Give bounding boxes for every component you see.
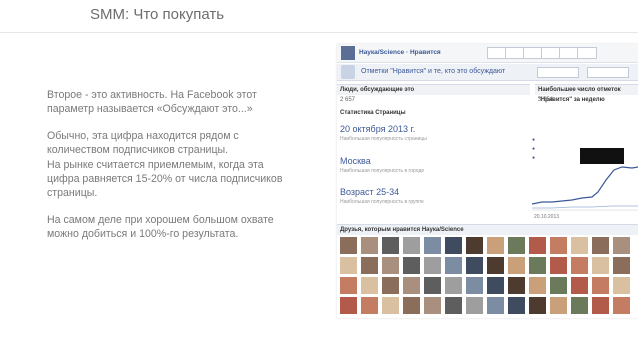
page-avatar: [341, 46, 355, 60]
friend-avatar[interactable]: [592, 297, 609, 314]
friend-avatar[interactable]: [508, 277, 525, 294]
friend-avatar[interactable]: [466, 237, 483, 254]
friend-avatar[interactable]: [508, 257, 525, 274]
menu-button-1[interactable]: [487, 47, 507, 59]
section-tab-bar: Отметки "Нравится" и те, кто это обсужда…: [337, 64, 638, 81]
likes-icon: [341, 65, 355, 79]
friend-avatar[interactable]: [550, 297, 567, 314]
top-city-note: Наибольшая популярность в городе: [340, 168, 425, 174]
friend-avatar[interactable]: [487, 297, 504, 314]
menu-button-6[interactable]: [577, 47, 597, 59]
chart-date-label: 20.10.2013: [534, 214, 559, 220]
tab-likes-talking[interactable]: Отметки "Нравится" и те, кто это обсужда…: [361, 68, 505, 75]
title-divider: [0, 32, 638, 33]
menu-button-3[interactable]: [523, 47, 543, 59]
paragraph-3: На рынке считается приемлемым, когда эта…: [47, 158, 283, 200]
weekly-likes-header: Наибольшее число отметок "Нравится" за н…: [535, 84, 638, 103]
friend-avatar[interactable]: [466, 257, 483, 274]
friend-avatar[interactable]: [382, 297, 399, 314]
friend-avatar[interactable]: [571, 277, 588, 294]
friend-avatar[interactable]: [403, 237, 420, 254]
date-end-field[interactable]: [587, 67, 629, 78]
peak-date-note: Наибольшая популярность страницы: [340, 136, 427, 142]
friend-avatar[interactable]: [592, 277, 609, 294]
slide-title: SMM: Что покупать: [90, 6, 225, 23]
friend-avatar[interactable]: [508, 237, 525, 254]
friend-avatar[interactable]: [445, 237, 462, 254]
friend-avatar[interactable]: [592, 237, 609, 254]
top-age-note: Наибольшая популярность в группе: [340, 199, 424, 205]
peak-date-stat: 20 октября 2013 г.: [340, 124, 416, 134]
page-stats-title: Статистика Страницы: [340, 110, 406, 116]
friend-avatar[interactable]: [361, 257, 378, 274]
friend-avatar[interactable]: [445, 297, 462, 314]
chart-tooltip: [580, 148, 624, 164]
friend-avatar[interactable]: [466, 277, 483, 294]
friend-avatar[interactable]: [424, 277, 441, 294]
page-breadcrumb[interactable]: Наука/Science · Нравится: [359, 49, 441, 56]
friend-avatar[interactable]: [550, 237, 567, 254]
paragraph-2: Обычно, эта цифра находится рядом с коли…: [47, 129, 239, 157]
friend-avatar[interactable]: [487, 277, 504, 294]
friend-avatar[interactable]: [550, 257, 567, 274]
menu-button-2[interactable]: [505, 47, 525, 59]
slide-body: Второе - это активность. На Facebook это…: [47, 88, 287, 254]
talking-about-value: 2 657: [340, 97, 356, 103]
menu-button-5[interactable]: [559, 47, 579, 59]
top-city-stat: Москва: [340, 156, 371, 166]
talking-about-header: Люди, обсуждающие это: [337, 84, 530, 95]
friend-avatar[interactable]: [592, 257, 609, 274]
friend-avatar[interactable]: [445, 277, 462, 294]
friend-avatar[interactable]: [382, 257, 399, 274]
menu-button-4[interactable]: [541, 47, 561, 59]
activity-chart: 20.10.2013: [532, 166, 638, 220]
friend-avatar[interactable]: [340, 277, 357, 294]
friend-avatar[interactable]: [424, 297, 441, 314]
weekly-likes-value: 3 554: [538, 97, 554, 103]
friend-avatar[interactable]: [403, 297, 420, 314]
top-age-stat: Возраст 25-34: [340, 187, 400, 197]
friend-avatar[interactable]: [340, 237, 357, 254]
friend-avatar[interactable]: [445, 257, 462, 274]
friend-avatar[interactable]: [529, 297, 546, 314]
friend-avatar[interactable]: [340, 257, 357, 274]
friend-avatar[interactable]: [424, 237, 441, 254]
friend-avatar[interactable]: [466, 297, 483, 314]
friend-avatar[interactable]: [403, 257, 420, 274]
friend-avatar[interactable]: [361, 277, 378, 294]
page-header-bar: Наука/Science · Нравится: [337, 44, 638, 63]
secondary-line: [532, 205, 638, 209]
friend-avatar[interactable]: [571, 257, 588, 274]
friend-avatar[interactable]: [571, 297, 588, 314]
date-start-field[interactable]: [537, 67, 579, 78]
friends-header: Друзья, которым нравится Наука/Science: [337, 224, 638, 235]
friend-avatar[interactable]: [529, 237, 546, 254]
facebook-insights-screenshot: Наука/Science · Нравится Отметки "Нравит…: [337, 44, 638, 318]
paragraph-1: Второе - это активность. На Facebook это…: [47, 89, 257, 116]
friend-avatar[interactable]: [613, 257, 630, 274]
activity-line: [532, 166, 638, 205]
friend-avatar[interactable]: [550, 277, 567, 294]
friend-avatar[interactable]: [361, 237, 378, 254]
friend-avatar[interactable]: [508, 297, 525, 314]
friend-avatar[interactable]: [361, 297, 378, 314]
friend-avatar[interactable]: [340, 297, 357, 314]
friend-avatar[interactable]: [382, 237, 399, 254]
friend-avatar[interactable]: [613, 277, 630, 294]
friend-avatar[interactable]: [529, 257, 546, 274]
friend-avatar[interactable]: [424, 257, 441, 274]
friend-avatar[interactable]: [403, 277, 420, 294]
friend-avatar[interactable]: [382, 277, 399, 294]
friend-avatar[interactable]: [529, 277, 546, 294]
paragraph-4: На самом деле при хорошем большом охвате…: [47, 213, 274, 241]
friend-avatar[interactable]: [487, 257, 504, 274]
friend-avatar[interactable]: [487, 237, 504, 254]
friend-avatar[interactable]: [571, 237, 588, 254]
friend-avatar[interactable]: [613, 237, 630, 254]
friend-avatar[interactable]: [613, 297, 630, 314]
